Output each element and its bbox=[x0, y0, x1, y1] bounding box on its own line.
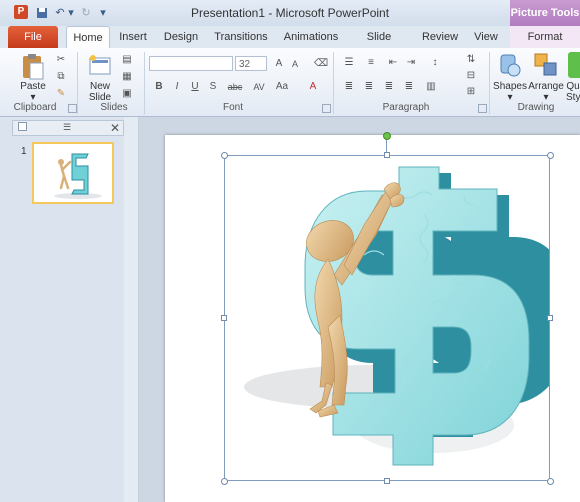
resize-handle-left[interactable] bbox=[221, 315, 227, 321]
paste-icon[interactable] bbox=[20, 53, 46, 81]
font-group-label: Font bbox=[222, 102, 243, 113]
tab-file[interactable]: File bbox=[8, 26, 58, 48]
underline-icon[interactable]: U bbox=[188, 80, 202, 94]
decrease-indent-icon[interactable]: ⇤ bbox=[386, 56, 400, 70]
outline-tab-icon[interactable]: ☰ bbox=[60, 120, 74, 134]
text-direction-icon[interactable]: ⇅ bbox=[464, 53, 478, 67]
rotation-handle[interactable] bbox=[383, 132, 391, 140]
character-spacing-icon[interactable]: AV bbox=[250, 80, 268, 94]
group-separator bbox=[489, 52, 490, 114]
tab-slide-show[interactable]: Slide Show bbox=[352, 26, 406, 65]
tab-home[interactable]: Home bbox=[66, 26, 110, 49]
format-painter-icon[interactable]: ✎ bbox=[54, 87, 68, 101]
grow-font-icon[interactable]: A bbox=[272, 57, 286, 71]
shapes-icon[interactable] bbox=[498, 52, 522, 78]
bold-icon[interactable]: B bbox=[152, 80, 166, 94]
font-color-icon[interactable]: A bbox=[306, 80, 320, 94]
tab-transitions[interactable]: Transitions bbox=[212, 26, 270, 48]
resize-handle-bottom-right[interactable] bbox=[547, 478, 554, 485]
section-icon[interactable]: ▣ bbox=[120, 87, 134, 101]
align-left-icon[interactable]: ≣ bbox=[342, 80, 356, 94]
align-center-icon[interactable]: ≣ bbox=[362, 80, 376, 94]
resize-handle-right[interactable] bbox=[547, 315, 553, 321]
slides-group-label: Slides bbox=[100, 102, 128, 113]
justify-icon[interactable]: ≣ bbox=[402, 80, 416, 94]
group-separator bbox=[333, 52, 334, 114]
cut-icon[interactable]: ✂ bbox=[54, 53, 68, 67]
align-right-icon[interactable]: ≣ bbox=[382, 80, 396, 94]
resize-handle-top-left[interactable] bbox=[221, 152, 228, 159]
resize-handle-top-right[interactable] bbox=[547, 152, 554, 159]
quick-styles-icon[interactable] bbox=[568, 52, 580, 78]
group-separator bbox=[77, 52, 78, 114]
resize-handle-bottom[interactable] bbox=[384, 478, 390, 484]
tab-animations[interactable]: Animations bbox=[282, 26, 340, 48]
italic-icon[interactable]: I bbox=[170, 80, 184, 94]
font-name-combo[interactable] bbox=[149, 56, 233, 71]
shadow-icon[interactable]: S bbox=[206, 80, 220, 94]
new-slide-icon[interactable] bbox=[88, 54, 112, 78]
arrange-icon[interactable] bbox=[533, 52, 559, 78]
resize-handle-bottom-left[interactable] bbox=[221, 478, 228, 485]
clipboard-group-label: Clipboard bbox=[13, 102, 57, 113]
picture-selection-frame bbox=[224, 155, 550, 481]
convert-smartart-icon[interactable]: ⊞ bbox=[464, 85, 478, 99]
drawing-group-label: Drawing bbox=[517, 102, 555, 113]
slides-tab-icon[interactable] bbox=[18, 122, 27, 131]
change-case-icon[interactable]: Aa bbox=[272, 80, 292, 94]
bullets-icon[interactable]: ☰ bbox=[342, 56, 356, 70]
window-title: Presentation1 - Microsoft PowerPoint bbox=[190, 6, 390, 20]
tab-design[interactable]: Design bbox=[162, 26, 200, 48]
close-pane-icon[interactable]: ✕ bbox=[108, 121, 122, 135]
copy-icon[interactable]: ⧉ bbox=[54, 70, 68, 84]
tab-insert[interactable]: Insert bbox=[116, 26, 150, 48]
numbering-icon[interactable]: ≡ bbox=[364, 56, 378, 70]
tab-format[interactable]: Format bbox=[510, 26, 580, 48]
paragraph-launcher-icon[interactable] bbox=[478, 104, 487, 113]
layout-icon[interactable]: ▤ bbox=[120, 53, 134, 67]
slide-thumbnail[interactable] bbox=[32, 142, 114, 204]
tab-view[interactable]: View bbox=[472, 26, 500, 48]
clear-formatting-icon[interactable]: ⌫ bbox=[314, 57, 328, 71]
line-spacing-icon[interactable]: ↕ bbox=[428, 56, 442, 70]
align-text-icon[interactable]: ⊟ bbox=[464, 69, 478, 83]
increase-indent-icon[interactable]: ⇥ bbox=[404, 56, 418, 70]
group-separator bbox=[144, 52, 145, 114]
resize-handle-top[interactable] bbox=[384, 152, 390, 158]
clipboard-launcher-icon[interactable] bbox=[68, 104, 77, 113]
columns-icon[interactable]: ▥ bbox=[424, 80, 438, 94]
paragraph-group-label: Paragraph bbox=[382, 102, 430, 113]
strikethrough-icon[interactable]: abc bbox=[224, 80, 246, 94]
font-launcher-icon[interactable] bbox=[322, 104, 331, 113]
pane-splitter[interactable] bbox=[124, 117, 139, 502]
tab-review[interactable]: Review bbox=[420, 26, 460, 48]
picture-tools-context-tab: Picture Tools bbox=[510, 0, 580, 26]
reset-icon[interactable]: ▦ bbox=[120, 70, 134, 84]
shrink-font-icon[interactable]: A bbox=[288, 57, 302, 71]
font-size-combo[interactable]: 32 bbox=[235, 56, 267, 71]
slide-number: 1 bbox=[21, 146, 27, 157]
